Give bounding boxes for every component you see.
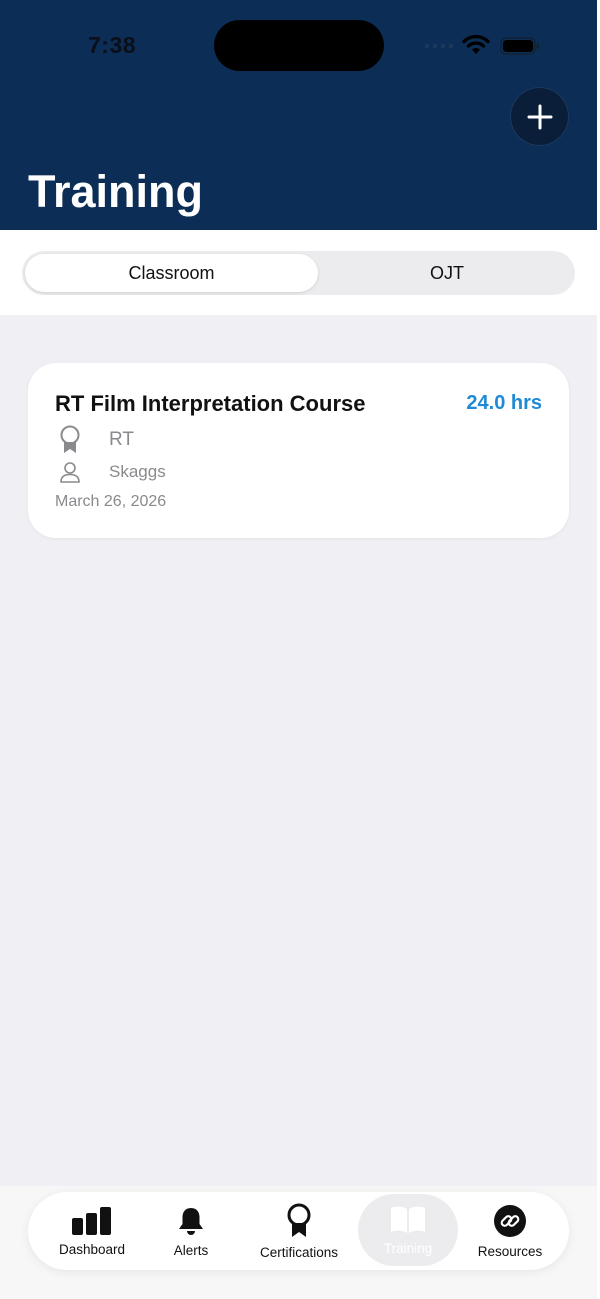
instructor-name: Skaggs xyxy=(109,462,166,481)
battery-icon xyxy=(500,37,539,55)
tab-certifications[interactable]: Certifications xyxy=(244,1192,354,1270)
tab-certifications-label: Certifications xyxy=(259,1244,339,1260)
signal-icon xyxy=(425,44,453,48)
app-screen: 7:38 Training Classroom OJT RT Film Inte… xyxy=(0,0,597,1299)
award-icon xyxy=(287,1203,311,1237)
segment-area: Classroom OJT xyxy=(0,230,597,315)
tab-dashboard-label: Dashboard xyxy=(58,1241,126,1257)
tab-alerts-label: Alerts xyxy=(173,1242,209,1258)
link-icon xyxy=(494,1204,526,1237)
instructor-row: Skaggs xyxy=(55,461,166,483)
course-date: March 26, 2026 xyxy=(55,493,167,510)
add-icon xyxy=(527,104,552,129)
tab-bar: Dashboard Alerts Certifications Training xyxy=(28,1192,569,1270)
book-icon xyxy=(391,1206,425,1233)
tab-dashboard[interactable]: Dashboard xyxy=(42,1192,142,1270)
segmented-control: Classroom OJT xyxy=(22,251,575,295)
segment-classroom[interactable]: Classroom xyxy=(25,254,318,292)
dynamic-island xyxy=(214,20,384,71)
add-training-button[interactable] xyxy=(511,88,568,145)
certification-row: RT xyxy=(55,425,134,455)
page-title: Training xyxy=(28,166,204,217)
training-card[interactable]: RT Film Interpretation Course 24.0 hrs R… xyxy=(28,363,569,538)
tab-training[interactable]: Training xyxy=(358,1194,458,1266)
status-time: 7:38 xyxy=(88,32,137,58)
course-title: RT Film Interpretation Course xyxy=(55,391,366,416)
tab-alerts[interactable]: Alerts xyxy=(156,1192,226,1270)
tab-resources[interactable]: Resources xyxy=(462,1192,558,1270)
header: 7:38 Training xyxy=(0,0,597,230)
award-icon xyxy=(60,425,80,453)
bar-chart-icon xyxy=(72,1206,111,1235)
tab-training-label: Training xyxy=(383,1240,433,1256)
bell-icon xyxy=(179,1207,203,1235)
wifi-icon xyxy=(462,34,490,54)
course-hours: 24.0 hrs xyxy=(466,392,542,414)
segment-ojt[interactable]: OJT xyxy=(322,254,572,292)
person-icon xyxy=(60,462,80,483)
certification-label: RT xyxy=(109,429,134,450)
tab-resources-label: Resources xyxy=(477,1243,543,1259)
